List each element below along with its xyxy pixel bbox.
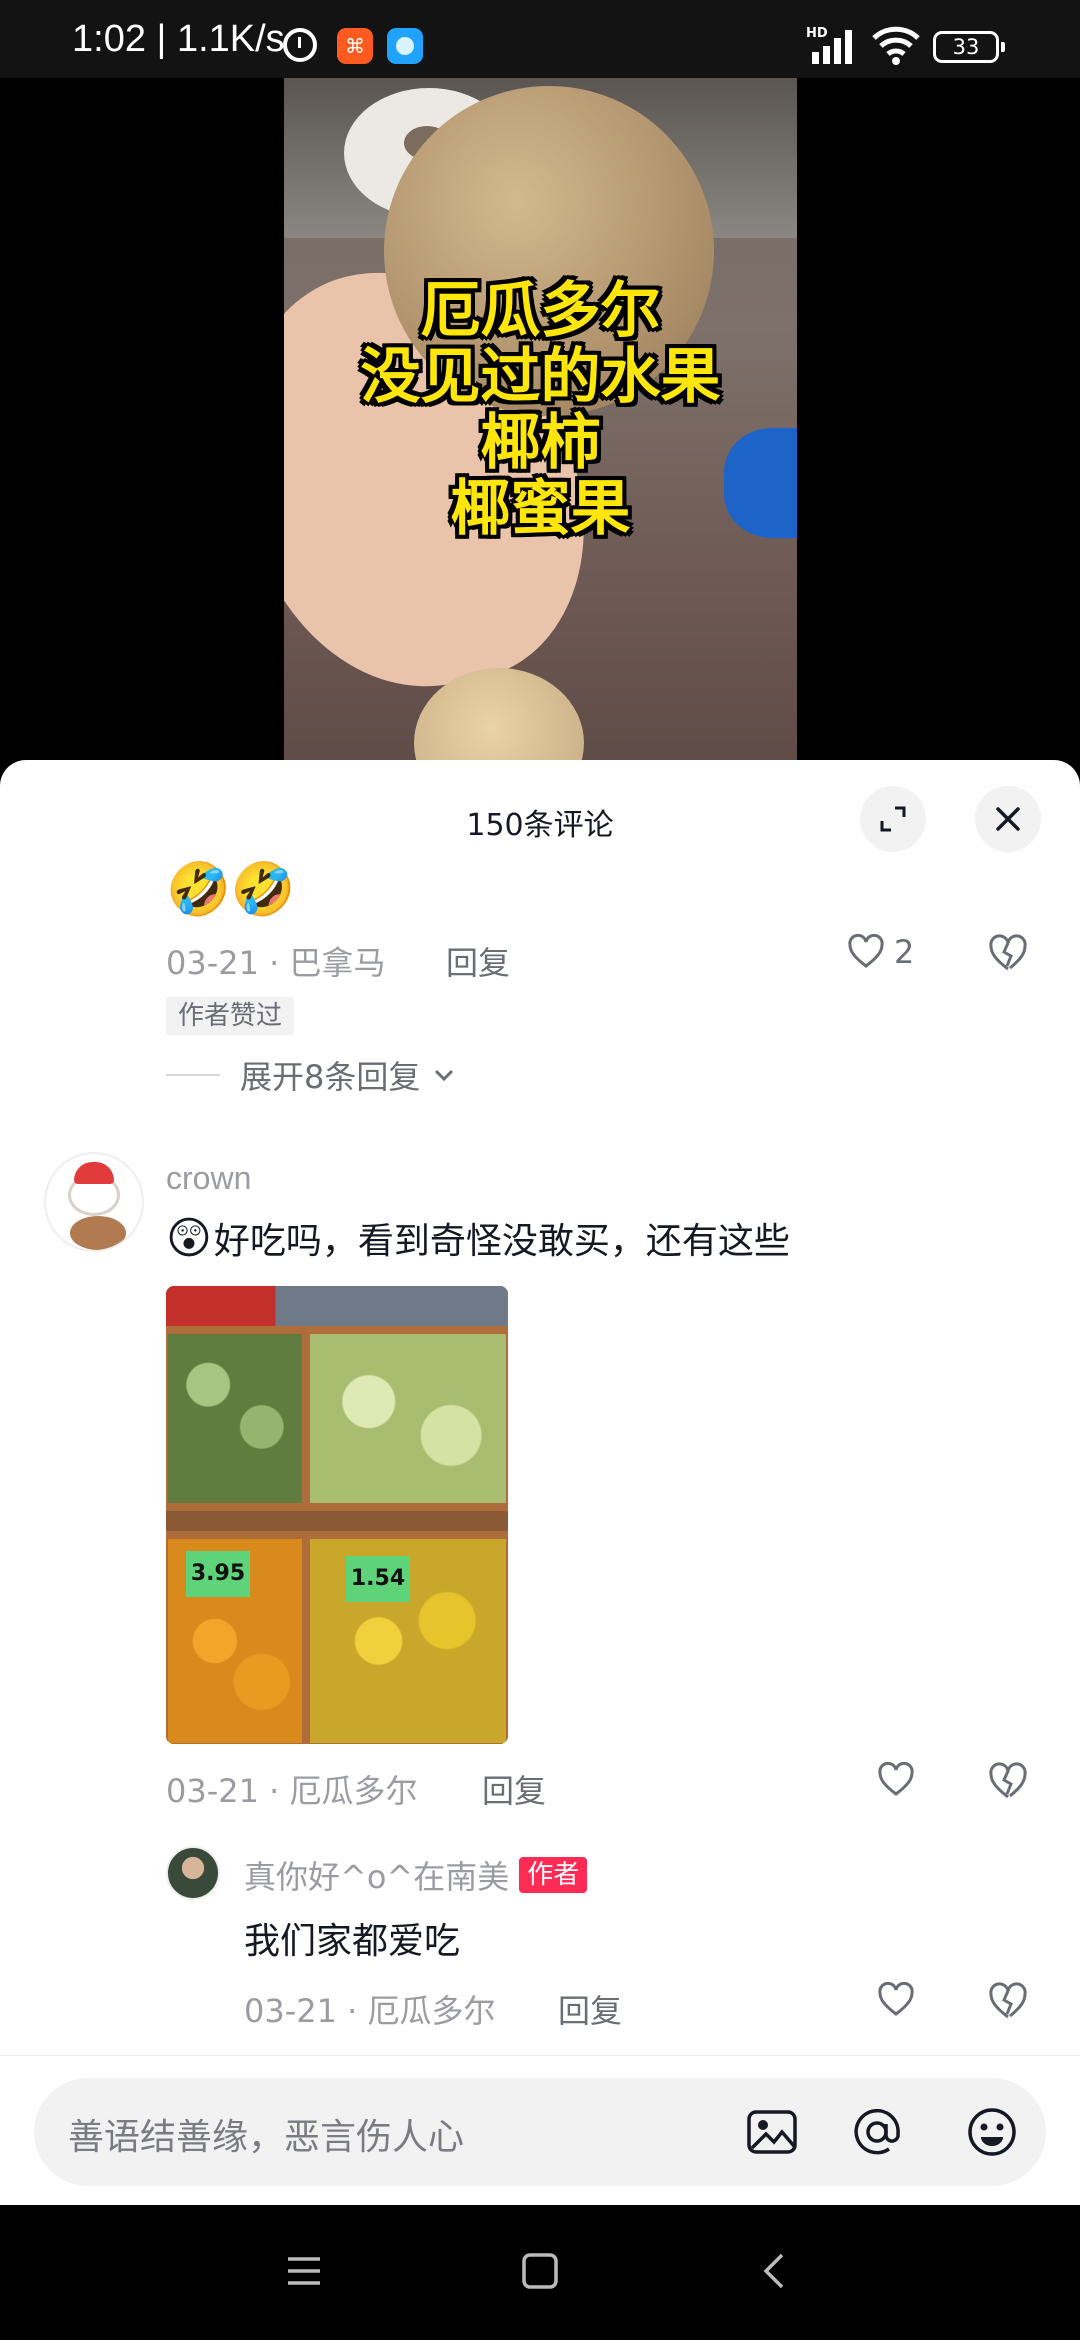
like-count: 2 — [894, 933, 915, 971]
comment-input[interactable]: 善语结善缘，恶言伤人心 — [34, 2078, 1046, 2186]
caption-line: 厄瓜多尔 — [420, 276, 661, 346]
reply-button[interactable]: 回复 — [482, 1766, 546, 1812]
comment-emojis: 🤣🤣 — [166, 860, 296, 920]
caption-line: 没见过的水果 — [360, 342, 721, 412]
status-bar: 1:02 | 1.1K/s ⌘ HD 33 — [0, 0, 1080, 78]
comment-input-bar: 善语结善缘，恶言伤人心 — [0, 2055, 1080, 2205]
like-button[interactable] — [876, 1760, 916, 1800]
author-badge: 作者 — [519, 1857, 588, 1893]
comment-emoji: 😲 — [166, 1212, 212, 1264]
status-time: 1:02 | 1.1K/s — [72, 18, 285, 60]
comments-panel: 150条评论 🤣🤣 03-21 · 巴拿马 回复 2 作者赞过 展开8条回复 c… — [0, 760, 1080, 2205]
system-nav-bar — [0, 2205, 1080, 2340]
smiley-icon[interactable] — [964, 2104, 1020, 2160]
caption-line: 椰柿 — [480, 408, 601, 478]
video-caption: 厄瓜多尔 没见过的水果 椰柿 椰蜜果 — [284, 278, 797, 542]
home-icon[interactable] — [516, 2247, 564, 2295]
heart-icon — [878, 1761, 914, 1796]
price-tag: 3.95 — [186, 1551, 250, 1597]
at-icon[interactable] — [849, 2104, 905, 2160]
reply-avatar[interactable] — [166, 1846, 220, 1900]
author-liked-badge: 作者赞过 — [166, 997, 295, 1035]
comment-date-location: 03-21 · 厄瓜多尔 — [166, 1772, 418, 1810]
video-player[interactable]: 厄瓜多尔 没见过的水果 椰柿 椰蜜果 — [0, 78, 1080, 778]
comment-username[interactable]: crown — [166, 1160, 251, 1197]
chevron-down-icon — [435, 1069, 454, 1082]
signal-icon — [812, 30, 852, 64]
notification-app-icon: ⌘ — [337, 28, 373, 64]
comment-meta-row: 03-21 · 巴拿马 回复 2 — [166, 932, 1046, 982]
comment-date-location: 03-21 · 巴拿马 — [166, 944, 386, 982]
comment-meta-row: 03-21 · 厄瓜多尔 回复 — [166, 1760, 1046, 1810]
reply-button[interactable]: 回复 — [446, 938, 510, 984]
broken-heart-icon[interactable] — [986, 1980, 1030, 2024]
comment-text: 😲 好吃吗，看到奇怪没敢买，还有这些 — [166, 1212, 790, 1264]
alarm-icon — [283, 28, 317, 62]
like-button[interactable] — [876, 1980, 916, 2020]
reply-meta-row: 03-21 · 厄瓜多尔 回复 — [244, 1980, 1046, 2030]
expand-replies-label: 展开8条回复 — [240, 1058, 421, 1096]
battery-indicator: 33 — [933, 31, 1005, 63]
comment-input-placeholder: 善语结善缘，恶言伤人心 — [68, 2117, 465, 2158]
comment-image[interactable]: 3.95 1.54 — [166, 1286, 508, 1744]
reply-username-row: 真你好^o^在南美 作者 — [244, 1852, 588, 1898]
reply-username[interactable]: 真你好^o^在南美 — [244, 1852, 509, 1898]
notification-app-icon-2 — [387, 28, 423, 64]
caption-line: 椰蜜果 — [450, 474, 631, 544]
avatar[interactable] — [44, 1152, 144, 1252]
price-tag: 1.54 — [346, 1556, 410, 1602]
expand-button[interactable] — [860, 786, 926, 852]
back-icon[interactable] — [752, 2247, 800, 2295]
broken-heart-icon[interactable] — [986, 1760, 1030, 1804]
heart-icon — [848, 933, 884, 968]
reply-date-location: 03-21 · 厄瓜多尔 — [244, 1992, 496, 2030]
broken-heart-icon[interactable] — [986, 932, 1030, 976]
close-icon — [996, 807, 1020, 831]
expand-replies-button[interactable]: 展开8条回复 — [166, 1052, 458, 1098]
image-icon[interactable] — [744, 2104, 800, 2160]
heart-icon — [878, 1981, 914, 2016]
wifi-icon — [872, 26, 920, 65]
like-button[interactable]: 2 — [846, 932, 914, 972]
comment-body: 好吃吗，看到奇怪没敢买，还有这些 — [213, 1221, 790, 1262]
reply-button[interactable]: 回复 — [558, 1986, 622, 2032]
video-frame[interactable]: 厄瓜多尔 没见过的水果 椰柿 椰蜜果 — [284, 78, 797, 778]
menu-icon[interactable] — [280, 2247, 328, 2295]
expand-icon — [880, 806, 906, 832]
close-button[interactable] — [975, 786, 1041, 852]
reply-text: 我们家都爱吃 — [244, 1921, 461, 1962]
